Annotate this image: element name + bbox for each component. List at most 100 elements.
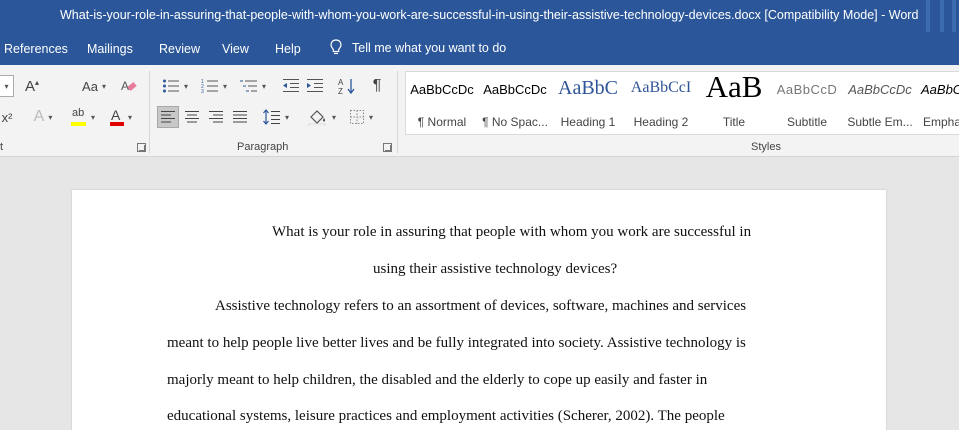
text-effects-icon: A: [33, 108, 45, 125]
multilevel-list-icon: [239, 80, 257, 92]
title-bar: What-is-your-role-in-assuring-that-peopl…: [0, 0, 959, 32]
highlight-color-bar: [70, 122, 86, 126]
align-left-icon: [161, 111, 175, 123]
justify-icon: [233, 111, 247, 123]
chevron-down-icon: ▾: [368, 112, 373, 122]
chevron-down-icon: ▾: [331, 112, 336, 122]
style-name: ¶ No Spac...: [482, 115, 548, 129]
shading-button[interactable]: ▾: [304, 106, 340, 128]
bullets-button[interactable]: ▾: [158, 75, 192, 97]
justify-button[interactable]: [229, 106, 251, 128]
style-preview: AaBbCcDc: [483, 82, 547, 97]
tab-help[interactable]: Help: [275, 42, 301, 56]
text-highlight-button[interactable]: ab ▾: [66, 106, 100, 128]
font-color-button[interactable]: A ▾: [104, 106, 138, 128]
style-heading-2[interactable]: AaBbCcI Heading 2: [625, 72, 697, 134]
numbering-button[interactable]: 1 2 3 ▾: [197, 75, 231, 97]
change-case-button[interactable]: Aa ▾: [76, 75, 112, 97]
tell-me-label: Tell me what you want to do: [352, 40, 507, 55]
document-title-line: using their assistive technology devices…: [373, 261, 618, 277]
increase-indent-button[interactable]: [304, 75, 326, 97]
clear-formatting-button[interactable]: A: [118, 75, 140, 97]
style-name: Title: [722, 115, 746, 129]
increase-indent-icon: [307, 79, 323, 92]
chevron-down-icon: ▾: [48, 112, 53, 122]
paragraph-line: majorly meant to help children, the disa…: [167, 372, 708, 388]
grow-arrow-icon: ▴: [35, 78, 40, 87]
title-bar-decoration: [952, 0, 956, 32]
sort-button[interactable]: A Z: [336, 75, 358, 97]
tell-me-search[interactable]: Tell me what you want to do: [330, 39, 506, 56]
style-preview: AaBbCcDc: [848, 82, 912, 97]
tab-references[interactable]: References: [4, 42, 68, 56]
highlighter-icon: ab: [70, 107, 87, 127]
chevron-down-icon: ▾: [284, 112, 289, 122]
align-right-button[interactable]: [205, 106, 227, 128]
style-preview: AaB: [705, 71, 763, 104]
title-bar-decoration: [926, 0, 930, 32]
superscript-icon: x²: [1, 109, 13, 125]
lightbulb-icon: [330, 39, 342, 55]
svg-text:3: 3: [201, 89, 204, 94]
paragraph-line: meant to help people live better lives a…: [167, 335, 746, 351]
chevron-down-icon: ▾: [261, 81, 266, 91]
eraser-icon: A: [121, 79, 137, 93]
style-name: Heading 1: [560, 115, 616, 129]
align-left-button[interactable]: [157, 106, 179, 128]
paragraph-line: Assistive technology refers to an assort…: [215, 298, 747, 314]
tab-mailings[interactable]: Mailings: [87, 42, 133, 56]
style-preview: AaBbCcD: [776, 82, 838, 97]
numbered-list-icon: 1 2 3: [201, 79, 218, 94]
sort-icon: A Z: [338, 78, 355, 95]
style-preview: AaBbCcI: [630, 79, 692, 96]
bullet-list-icon: [162, 79, 179, 93]
ribbon: ▾ A ▴ Aa ▾ A x² A ▾ ab ▾ A ▾ t ▾ 1 2 3 ▾…: [0, 65, 959, 157]
text-effects-button[interactable]: A ▾: [26, 106, 60, 128]
font-size-dropdown[interactable]: ▾: [0, 75, 14, 97]
grow-font-icon: A: [24, 77, 35, 95]
font-color-letter: A: [110, 107, 121, 123]
borders-icon: [349, 110, 364, 124]
highlight-text: ab: [71, 107, 85, 119]
styles-gallery: AaBbCcDc ¶ Normal AaBbCcDc ¶ No Spac... …: [405, 71, 959, 135]
styles-group-label: Styles: [751, 141, 781, 153]
style-name: Subtle Em...: [847, 115, 913, 129]
style-name: Empha: [923, 115, 959, 129]
style-subtle-emphasis[interactable]: AaBbCcDc Subtle Em...: [844, 72, 916, 134]
svg-text:A: A: [338, 78, 344, 87]
chevron-down-icon: ▾: [127, 112, 132, 122]
line-spacing-button[interactable]: ▾: [259, 106, 293, 128]
document-page[interactable]: What is your role in assuring that peopl…: [72, 190, 886, 430]
style-title[interactable]: AaB Title: [698, 72, 770, 134]
style-preview: AaBbC: [558, 77, 618, 99]
font-group-label: t: [0, 141, 4, 153]
svg-text:Z: Z: [338, 87, 343, 95]
change-case-icon: Aa: [82, 78, 98, 94]
font-dialog-launcher[interactable]: [137, 143, 146, 152]
superscript-button[interactable]: x²: [0, 106, 14, 128]
style-preview: AaBbCcDc: [410, 82, 474, 97]
style-emphasis[interactable]: AaBbCc Empha: [917, 72, 959, 134]
align-center-icon: [185, 111, 199, 123]
tab-view[interactable]: View: [222, 42, 249, 56]
align-center-button[interactable]: [181, 106, 203, 128]
style-subtitle[interactable]: AaBbCcD Subtitle: [771, 72, 843, 134]
paragraph-dialog-launcher[interactable]: [383, 143, 392, 152]
multilevel-list-button[interactable]: ▾: [236, 75, 270, 97]
align-right-icon: [209, 111, 223, 123]
group-separator: [149, 71, 150, 153]
style-no-spacing[interactable]: AaBbCcDc ¶ No Spac...: [479, 72, 551, 134]
chevron-down-icon: ▾: [183, 81, 188, 91]
borders-button[interactable]: ▾: [344, 106, 378, 128]
style-heading-1[interactable]: AaBbC Heading 1: [552, 72, 624, 134]
paragraph-group-label: Paragraph: [237, 141, 289, 153]
tab-review[interactable]: Review: [159, 42, 200, 56]
decrease-indent-button[interactable]: [280, 75, 302, 97]
show-formatting-marks-button[interactable]: ¶: [366, 75, 388, 97]
paint-bucket-icon: [308, 110, 326, 126]
style-preview: AaBbCc: [921, 82, 959, 97]
grow-font-button[interactable]: A ▴: [22, 75, 42, 97]
style-normal[interactable]: AaBbCcDc ¶ Normal: [406, 72, 478, 134]
svg-text:A: A: [121, 79, 129, 93]
chevron-down-icon: ▾: [90, 112, 95, 122]
